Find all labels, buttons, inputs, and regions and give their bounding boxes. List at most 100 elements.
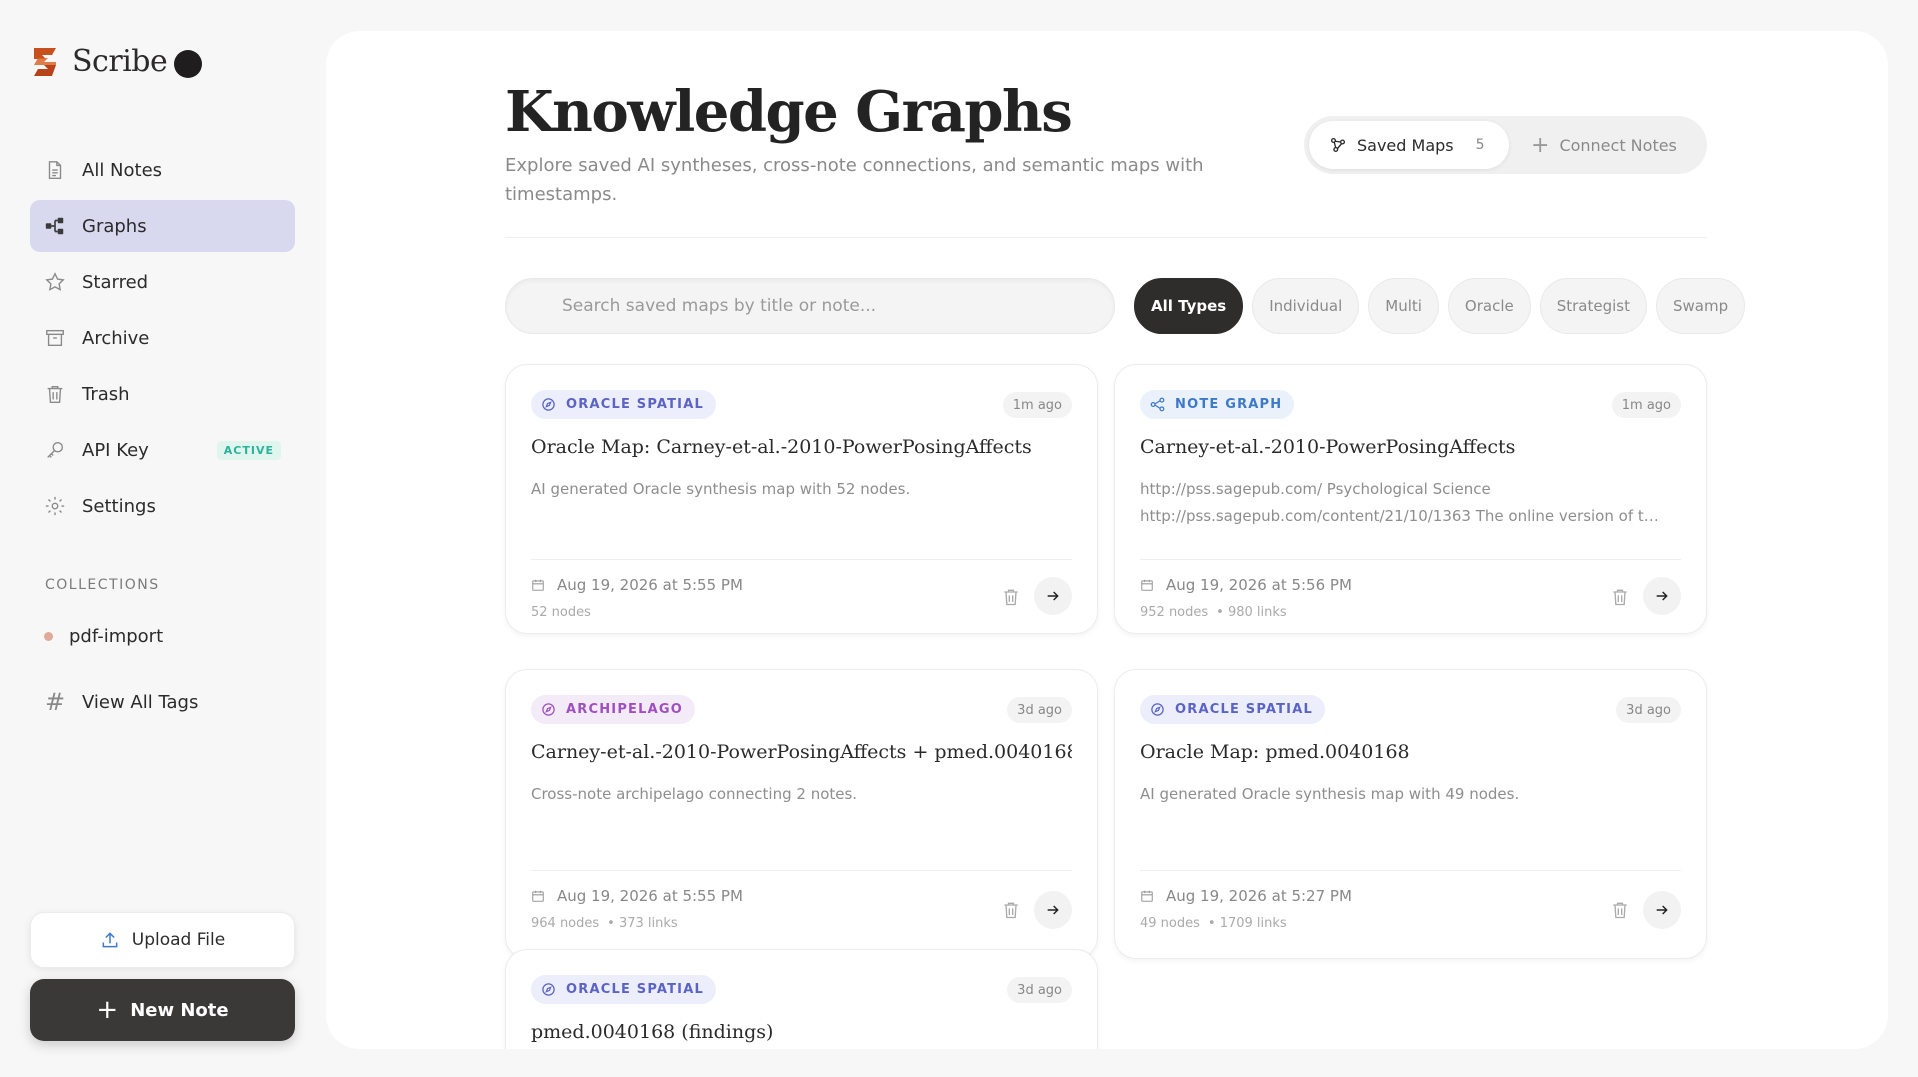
- date-label: Aug 19, 2026 at 5:56 PM: [1166, 576, 1352, 594]
- link-count: • 373 links: [607, 916, 678, 931]
- card-title[interactable]: Carney-et-al.-2010-PowerPosingAffects + …: [531, 741, 1072, 763]
- sidebar-item-all-notes[interactable]: All Notes: [30, 144, 295, 196]
- card-divider: [531, 870, 1072, 871]
- collection-item-pdf-import[interactable]: pdf-import: [44, 626, 163, 647]
- map-card[interactable]: NOTE GRAPH 1m ago Carney-et-al.-2010-Pow…: [1114, 364, 1707, 634]
- map-type-tag: ORACLE SPATIAL: [531, 390, 716, 419]
- description-line: AI generated Oracle synthesis map with 4…: [1140, 785, 1520, 803]
- theme-toggle[interactable]: [174, 50, 202, 78]
- relative-time: 3d ago: [1616, 697, 1681, 723]
- sidebar-item-api-key[interactable]: API Key ACTIVE: [30, 424, 295, 476]
- description-line: Cross-note archipelago connecting 2 note…: [531, 785, 858, 803]
- map-type-tag: ORACLE SPATIAL: [1140, 695, 1325, 724]
- gear-icon: [45, 496, 65, 516]
- map-card[interactable]: ARCHIPELAGO 3d ago Carney-et-al.-2010-Po…: [505, 669, 1098, 959]
- map-card[interactable]: ORACLE SPATIAL 3d ago pmed.0040168 (find…: [505, 949, 1098, 1049]
- sidebar-item-trash[interactable]: Trash: [30, 368, 295, 420]
- open-map-button[interactable]: [1643, 891, 1681, 929]
- date-label: Aug 19, 2026 at 5:55 PM: [557, 887, 743, 905]
- upload-label: Upload File: [131, 930, 226, 950]
- card-date: Aug 19, 2026 at 5:55 PM: [531, 887, 743, 905]
- tag-label: ORACLE SPATIAL: [566, 982, 704, 997]
- relative-time: 3d ago: [1007, 977, 1072, 1003]
- new-note-button[interactable]: + New Note: [30, 979, 295, 1041]
- sidebar-item-settings[interactable]: Settings: [30, 480, 295, 532]
- card-title[interactable]: Oracle Map: Carney-et-al.-2010-PowerPosi…: [531, 436, 1072, 458]
- open-map-button[interactable]: [1034, 577, 1072, 615]
- delete-icon[interactable]: [1610, 587, 1630, 607]
- map-type-tag: NOTE GRAPH: [1140, 390, 1295, 419]
- card-title[interactable]: Oracle Map: pmed.0040168: [1140, 741, 1681, 763]
- card-date: Aug 19, 2026 at 5:27 PM: [1140, 887, 1352, 905]
- tab-connect-notes[interactable]: + Connect Notes: [1531, 133, 1677, 158]
- search-input[interactable]: [505, 278, 1115, 334]
- saved-count: 5: [1475, 137, 1485, 153]
- tag-label: ORACLE SPATIAL: [566, 397, 704, 412]
- card-stats: 952 nodes • 980 links: [1140, 605, 1287, 620]
- sidebar-item-graphs[interactable]: Graphs: [30, 200, 295, 252]
- map-type-tag: ORACLE SPATIAL: [531, 975, 716, 1004]
- status-badge: ACTIVE: [216, 441, 281, 460]
- card-divider: [1140, 559, 1681, 560]
- card-divider: [1140, 870, 1681, 871]
- sidebar-item-label: Graphs: [82, 215, 147, 237]
- card-description: Cross-note archipelago connecting 2 note…: [531, 781, 1057, 808]
- delete-icon[interactable]: [1001, 587, 1021, 607]
- delete-icon[interactable]: [1001, 900, 1021, 920]
- filter-strategist[interactable]: Strategist: [1539, 278, 1647, 334]
- arrow-right-icon: [1656, 591, 1668, 601]
- header-divider: [505, 237, 1707, 238]
- compass-icon: [542, 703, 555, 716]
- filter-swamp[interactable]: Swamp: [1656, 278, 1746, 334]
- upload-file-button[interactable]: Upload File: [30, 912, 295, 968]
- card-stats: 52 nodes: [531, 605, 591, 620]
- sidebar-item-label: Archive: [82, 327, 150, 349]
- card-description: AI generated Oracle synthesis map with 5…: [531, 476, 1057, 503]
- view-all-tags-link[interactable]: # View All Tags: [44, 688, 198, 716]
- filter-oracle[interactable]: Oracle: [1447, 278, 1531, 334]
- node-count: 52 nodes: [531, 605, 591, 620]
- open-map-button[interactable]: [1643, 577, 1681, 615]
- upload-icon: [102, 932, 118, 948]
- link-count: • 1709 links: [1207, 916, 1287, 931]
- link-count: • 980 links: [1216, 605, 1287, 620]
- map-card[interactable]: ORACLE SPATIAL 3d ago Oracle Map: pmed.0…: [1114, 669, 1707, 959]
- collection-color-dot: [44, 632, 53, 641]
- graph-icon: [45, 217, 64, 235]
- sidebar-item-starred[interactable]: Starred: [30, 256, 295, 308]
- date-label: Aug 19, 2026 at 5:55 PM: [557, 576, 743, 594]
- logo[interactable]: Scribe: [30, 44, 168, 79]
- compass-icon: [542, 398, 555, 411]
- page-subtitle: Explore saved AI syntheses, cross-note c…: [505, 155, 1204, 205]
- filter-all-types[interactable]: All Types: [1134, 278, 1244, 334]
- open-map-button[interactable]: [1034, 891, 1072, 929]
- delete-icon[interactable]: [1610, 900, 1630, 920]
- sidebar-item-label: Starred: [82, 271, 149, 293]
- filter-multi[interactable]: Multi: [1368, 278, 1439, 334]
- filter-individual[interactable]: Individual: [1252, 278, 1360, 334]
- description-line: http://pss.sagepub.com/content/21/10/136…: [1140, 507, 1666, 525]
- sidebar: Scribe All Notes Graphs Starred Archive …: [0, 0, 326, 1077]
- arrow-right-icon: [1047, 905, 1059, 915]
- archive-icon: [46, 329, 64, 347]
- compass-icon: [1151, 703, 1164, 716]
- card-title[interactable]: pmed.0040168 (findings): [531, 1021, 1072, 1043]
- sidebar-item-archive[interactable]: Archive: [30, 312, 295, 364]
- tag-label: NOTE GRAPH: [1175, 397, 1283, 412]
- arrow-right-icon: [1656, 905, 1668, 915]
- map-card[interactable]: ORACLE SPATIAL 1m ago Oracle Map: Carney…: [505, 364, 1098, 634]
- star-icon: [45, 272, 65, 291]
- tag-label: ORACLE SPATIAL: [1175, 702, 1313, 717]
- sidebar-item-label: All Notes: [82, 159, 163, 181]
- card-stats: 964 nodes • 373 links: [531, 916, 678, 931]
- node-count: 964 nodes: [531, 916, 600, 931]
- tab-saved-maps[interactable]: Saved Maps 5: [1309, 121, 1509, 169]
- relative-time: 3d ago: [1007, 697, 1072, 723]
- tag-label: ARCHIPELAGO: [566, 702, 684, 717]
- tab-label: Connect Notes: [1559, 135, 1677, 155]
- tab-label: Saved Maps: [1357, 135, 1454, 155]
- card-date: Aug 19, 2026 at 5:56 PM: [1140, 576, 1352, 594]
- card-title[interactable]: Carney-et-al.-2010-PowerPosingAffects: [1140, 436, 1681, 458]
- new-note-label: New Note: [130, 999, 229, 1021]
- relative-time: 1m ago: [1002, 392, 1072, 418]
